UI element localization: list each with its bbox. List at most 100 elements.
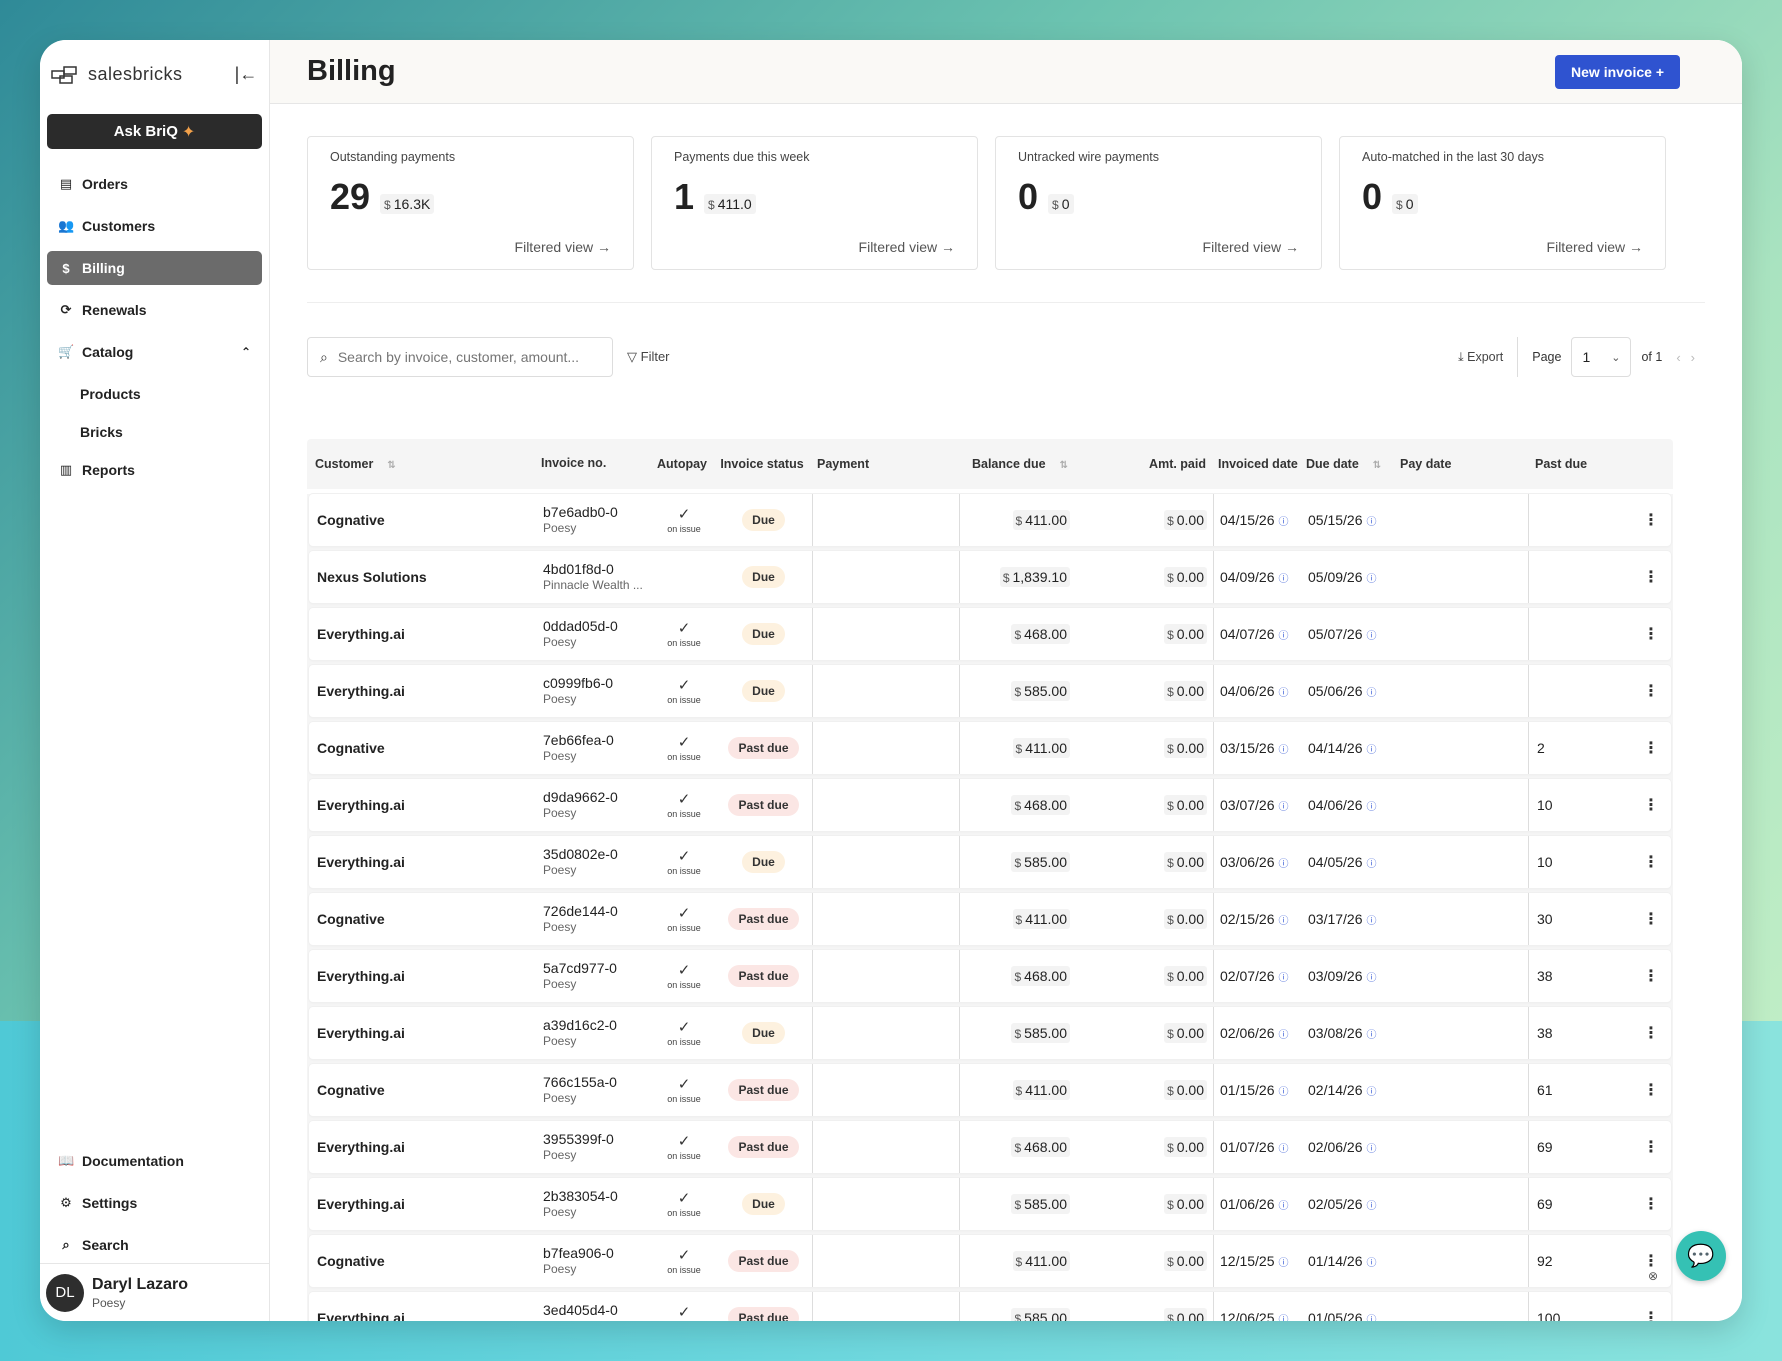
table-row[interactable]: Cognative 766c155a-0 Poesy ✓ on issue Pas… — [309, 1064, 1671, 1116]
page-select[interactable]: 1 ⌄ — [1571, 337, 1632, 377]
more-options-icon[interactable]: ⋮ — [1617, 1023, 1671, 1043]
invoice-cell[interactable]: b7e6adb0-0 Poesy — [543, 504, 653, 537]
sort-icon[interactable]: ⇅ — [387, 460, 395, 471]
info-icon[interactable]: ⓘ — [1279, 517, 1289, 528]
table-row[interactable]: Cognative 7eb66fea-0 Poesy ✓ on issue Pas… — [309, 722, 1671, 774]
collapse-sidebar-icon[interactable]: |← — [233, 64, 259, 85]
info-icon[interactable]: ⓘ — [1367, 631, 1377, 642]
table-row[interactable]: Everything.ai 5a7cd977-0 Poesy ✓ on issue… — [309, 950, 1671, 1002]
info-icon[interactable]: ⓘ — [1279, 745, 1289, 756]
more-options-icon[interactable]: ⋮ — [1617, 795, 1671, 815]
more-options-icon[interactable]: ⋮ — [1617, 738, 1671, 758]
info-icon[interactable]: ⓘ — [1367, 517, 1377, 528]
table-row[interactable]: Everything.ai d9da9662-0 Poesy ✓ on issue… — [309, 779, 1671, 831]
customer-name[interactable]: Everything.ai — [309, 1139, 543, 1155]
info-icon[interactable]: ⓘ — [1367, 859, 1377, 870]
table-row[interactable]: Everything.ai a39d16c2-0 Poesy ✓ on issue… — [309, 1007, 1671, 1059]
more-options-icon[interactable]: ⋮ — [1617, 567, 1671, 587]
sort-icon[interactable]: ⇅ — [1060, 460, 1068, 471]
search-input[interactable] — [337, 349, 578, 365]
search-box[interactable]: ⌕ — [307, 337, 613, 377]
more-options-icon[interactable]: ⋮ — [1617, 1137, 1671, 1157]
chevron-up-icon[interactable]: ⌃ — [241, 345, 251, 359]
export-button[interactable]: ⤓ Export — [1458, 337, 1519, 377]
sort-icon[interactable]: ⇅ — [1373, 460, 1381, 471]
info-icon[interactable]: ⓘ — [1279, 1201, 1289, 1212]
customer-name[interactable]: Cognative — [309, 512, 543, 528]
info-icon[interactable]: ⓘ — [1279, 973, 1289, 984]
new-invoice-button[interactable]: New invoice + — [1555, 54, 1680, 89]
info-icon[interactable]: ⓘ — [1279, 631, 1289, 642]
info-icon[interactable]: ⓘ — [1367, 1030, 1377, 1041]
more-options-icon[interactable]: ⋮ — [1617, 510, 1671, 530]
more-options-icon[interactable]: ⋮ — [1617, 909, 1671, 929]
invoice-cell[interactable]: b7fea906-0 Poesy — [543, 1245, 653, 1278]
info-icon[interactable]: ⓘ — [1279, 1087, 1289, 1098]
info-icon[interactable]: ⓘ — [1279, 1258, 1289, 1269]
filtered-view-link[interactable]: Filtered view → — [1203, 239, 1299, 255]
invoice-cell[interactable]: 766c155a-0 Poesy — [543, 1074, 653, 1107]
more-options-icon[interactable]: ⋮ — [1617, 852, 1671, 872]
chevron-left-icon[interactable]: ‹ — [1676, 350, 1690, 365]
sidebar-item-products[interactable]: Products — [80, 377, 262, 411]
sidebar-item-reports[interactable]: ▥ Reports — [47, 453, 262, 487]
filter-button[interactable]: ▽ Filter — [627, 349, 670, 365]
header-due-date[interactable]: Due date ⇅ — [1306, 457, 1400, 471]
info-icon[interactable]: ⓘ — [1279, 802, 1289, 813]
info-icon[interactable]: ⓘ — [1367, 688, 1377, 699]
customer-name[interactable]: Nexus Solutions — [309, 569, 543, 585]
sidebar-item-customers[interactable]: 👥 Customers — [47, 209, 262, 243]
invoice-cell[interactable]: c0999fb6-0 Poesy — [543, 675, 653, 708]
info-icon[interactable]: ⓘ — [1367, 973, 1377, 984]
customer-name[interactable]: Everything.ai — [309, 1310, 543, 1321]
invoice-cell[interactable]: 2b383054-0 Poesy — [543, 1188, 653, 1221]
sidebar-item-search[interactable]: ⌕ Search — [47, 1228, 262, 1262]
invoice-cell[interactable]: d9da9662-0 Poesy — [543, 789, 653, 822]
customer-name[interactable]: Everything.ai — [309, 968, 543, 984]
user-profile[interactable]: DL Daryl Lazaro Poesy — [40, 1263, 269, 1321]
info-icon[interactable]: ⓘ — [1367, 574, 1377, 585]
info-icon[interactable]: ⓘ — [1367, 1201, 1377, 1212]
table-row[interactable]: Everything.ai 3ed405d4-0 Poesy ✓on issue… — [309, 1292, 1671, 1321]
help-icon[interactable]: ⊗ — [1648, 1269, 1658, 1283]
invoice-cell[interactable]: 5a7cd977-0 Poesy — [543, 960, 653, 993]
info-icon[interactable]: ⓘ — [1367, 802, 1377, 813]
info-icon[interactable]: ⓘ — [1279, 916, 1289, 927]
more-options-icon[interactable]: ⋮ — [1617, 1251, 1671, 1271]
more-options-icon[interactable]: ⋮ — [1617, 1308, 1671, 1321]
customer-name[interactable]: Cognative — [309, 740, 543, 756]
invoice-cell[interactable]: 3ed405d4-0 Poesy — [543, 1302, 653, 1321]
info-icon[interactable]: ⓘ — [1367, 1315, 1377, 1321]
sidebar-item-renewals[interactable]: ⟳ Renewals — [47, 293, 262, 327]
filtered-view-link[interactable]: Filtered view → — [859, 239, 955, 255]
invoice-cell[interactable]: 7eb66fea-0 Poesy — [543, 732, 653, 765]
filtered-view-link[interactable]: Filtered view → — [1547, 239, 1643, 255]
customer-name[interactable]: Everything.ai — [309, 683, 543, 699]
invoice-cell[interactable]: 726de144-0 Poesy — [543, 903, 653, 936]
info-icon[interactable]: ⓘ — [1367, 745, 1377, 756]
info-icon[interactable]: ⓘ — [1279, 1030, 1289, 1041]
more-options-icon[interactable]: ⋮ — [1617, 1194, 1671, 1214]
sidebar-item-orders[interactable]: ▤ Orders — [47, 167, 262, 201]
info-icon[interactable]: ⓘ — [1279, 1315, 1289, 1321]
customer-name[interactable]: Everything.ai — [309, 1196, 543, 1212]
customer-name[interactable]: Cognative — [309, 911, 543, 927]
sidebar-item-documentation[interactable]: 📖 Documentation — [47, 1144, 262, 1178]
info-icon[interactable]: ⓘ — [1367, 916, 1377, 927]
invoice-cell[interactable]: 35d0802e-0 Poesy — [543, 846, 653, 879]
info-icon[interactable]: ⓘ — [1279, 574, 1289, 585]
info-icon[interactable]: ⓘ — [1367, 1144, 1377, 1155]
table-row[interactable]: Everything.ai c0999fb6-0 Poesy ✓ on issue… — [309, 665, 1671, 717]
header-customer[interactable]: Customer ⇅ — [307, 457, 541, 471]
more-options-icon[interactable]: ⋮ — [1617, 1080, 1671, 1100]
customer-name[interactable]: Cognative — [309, 1082, 543, 1098]
customer-name[interactable]: Everything.ai — [309, 1025, 543, 1041]
invoice-cell[interactable]: 3955399f-0 Poesy — [543, 1131, 653, 1164]
customer-name[interactable]: Everything.ai — [309, 854, 543, 870]
pagination-arrows[interactable]: ‹› — [1676, 350, 1705, 365]
invoice-cell[interactable]: 0ddad05d-0 Poesy — [543, 618, 653, 651]
chevron-right-icon[interactable]: › — [1691, 350, 1705, 365]
sidebar-item-settings[interactable]: ⚙ Settings — [47, 1186, 262, 1220]
table-row[interactable]: Everything.ai 35d0802e-0 Poesy ✓ on issue… — [309, 836, 1671, 888]
table-row[interactable]: Everything.ai 3955399f-0 Poesy ✓ on issue… — [309, 1121, 1671, 1173]
